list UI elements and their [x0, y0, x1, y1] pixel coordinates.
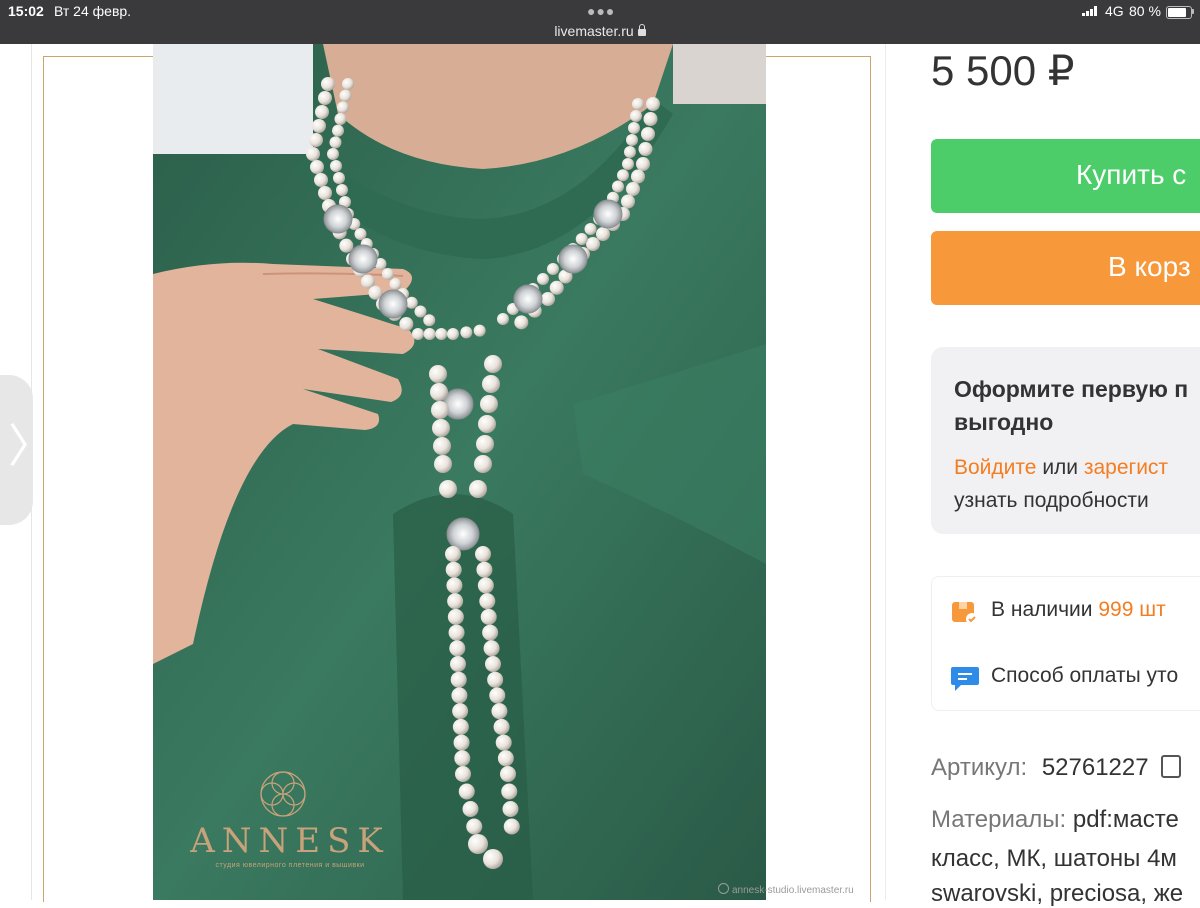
- status-date: Вт 24 февр.: [54, 3, 132, 19]
- box-icon: [952, 602, 978, 625]
- availability-box: В наличии 999 шт Способ оплаты уто: [931, 576, 1200, 711]
- materials-line2: класс, МК, шатоны 4м: [931, 845, 1177, 872]
- signal-icon: [1082, 6, 1098, 16]
- materials-value-line1: pdf:масте: [1072, 806, 1179, 833]
- side-panel-tab[interactable]: 〉: [0, 375, 54, 525]
- address-url: livemaster.ru: [554, 23, 634, 39]
- promo-title-line2: выгодно: [954, 409, 1054, 435]
- first-order-promo: Оформите первую п выгодно Войдите или за…: [931, 347, 1200, 534]
- materials-line3: swarovski, preciosa, же: [931, 880, 1184, 907]
- article-row: Артикул: 52761227: [931, 754, 1181, 782]
- brand-logo-text: ANNESK: [190, 821, 390, 861]
- promo-details: узнать подробности: [954, 489, 1149, 512]
- copy-icon[interactable]: [1160, 755, 1181, 778]
- stock-label: В наличии: [991, 598, 1093, 621]
- promo-title: Оформите первую п выгодно: [954, 373, 1200, 439]
- chat-icon: [951, 667, 979, 691]
- battery-percent: 80 %: [1129, 3, 1161, 19]
- buy-button-label: Купить с: [1076, 159, 1187, 190]
- buy-button[interactable]: Купить с: [931, 139, 1200, 213]
- cart-button-label: В корз: [1108, 251, 1191, 282]
- login-link[interactable]: Войдите: [954, 456, 1036, 479]
- promo-title-line1: Оформите первую п: [954, 376, 1189, 402]
- photo-watermark: annesk-studio.livemaster.ru: [718, 883, 854, 896]
- status-bar: 15:02 Вт 24 февр. ●●● livemaster.ru 4G 8…: [0, 0, 1200, 44]
- battery-icon: [1166, 6, 1192, 19]
- product-photo[interactable]: ANNESK студия ювелирного плетения и выши…: [153, 44, 766, 900]
- lock-icon: [637, 24, 646, 36]
- address-bar[interactable]: livemaster.ru: [0, 23, 1200, 39]
- brand-subtitle: студия ювелирного плетения и вышивки: [215, 862, 365, 869]
- materials-row: Материалы: pdf:масте: [931, 806, 1179, 834]
- watermark-text: annesk-studio.livemaster.ru: [732, 885, 854, 896]
- multitask-dots-icon[interactable]: ●●●: [587, 3, 615, 19]
- add-to-cart-button[interactable]: В корз: [931, 231, 1200, 305]
- article-label: Артикул:: [931, 754, 1028, 781]
- watermark-icon: [718, 883, 729, 894]
- materials-label: Материалы:: [931, 806, 1067, 833]
- column-divider: [885, 44, 886, 900]
- product-price: 5 500 ₽: [931, 47, 1075, 94]
- register-link[interactable]: зарегист: [1084, 456, 1168, 479]
- status-time: 15:02: [8, 3, 44, 19]
- battery-tip: [1192, 9, 1194, 14]
- promo-text: Войдите или зарегист узнать подробности: [954, 451, 1200, 517]
- network-type: 4G: [1105, 3, 1124, 19]
- promo-or: или: [1042, 456, 1079, 479]
- stock-text: В наличии 999 шт: [991, 598, 1166, 622]
- article-value: 52761227: [1041, 754, 1149, 781]
- photo-illustration: [153, 44, 766, 900]
- payment-text: Способ оплаты уто: [991, 664, 1179, 687]
- stock-quantity: 999 шт: [1098, 598, 1166, 621]
